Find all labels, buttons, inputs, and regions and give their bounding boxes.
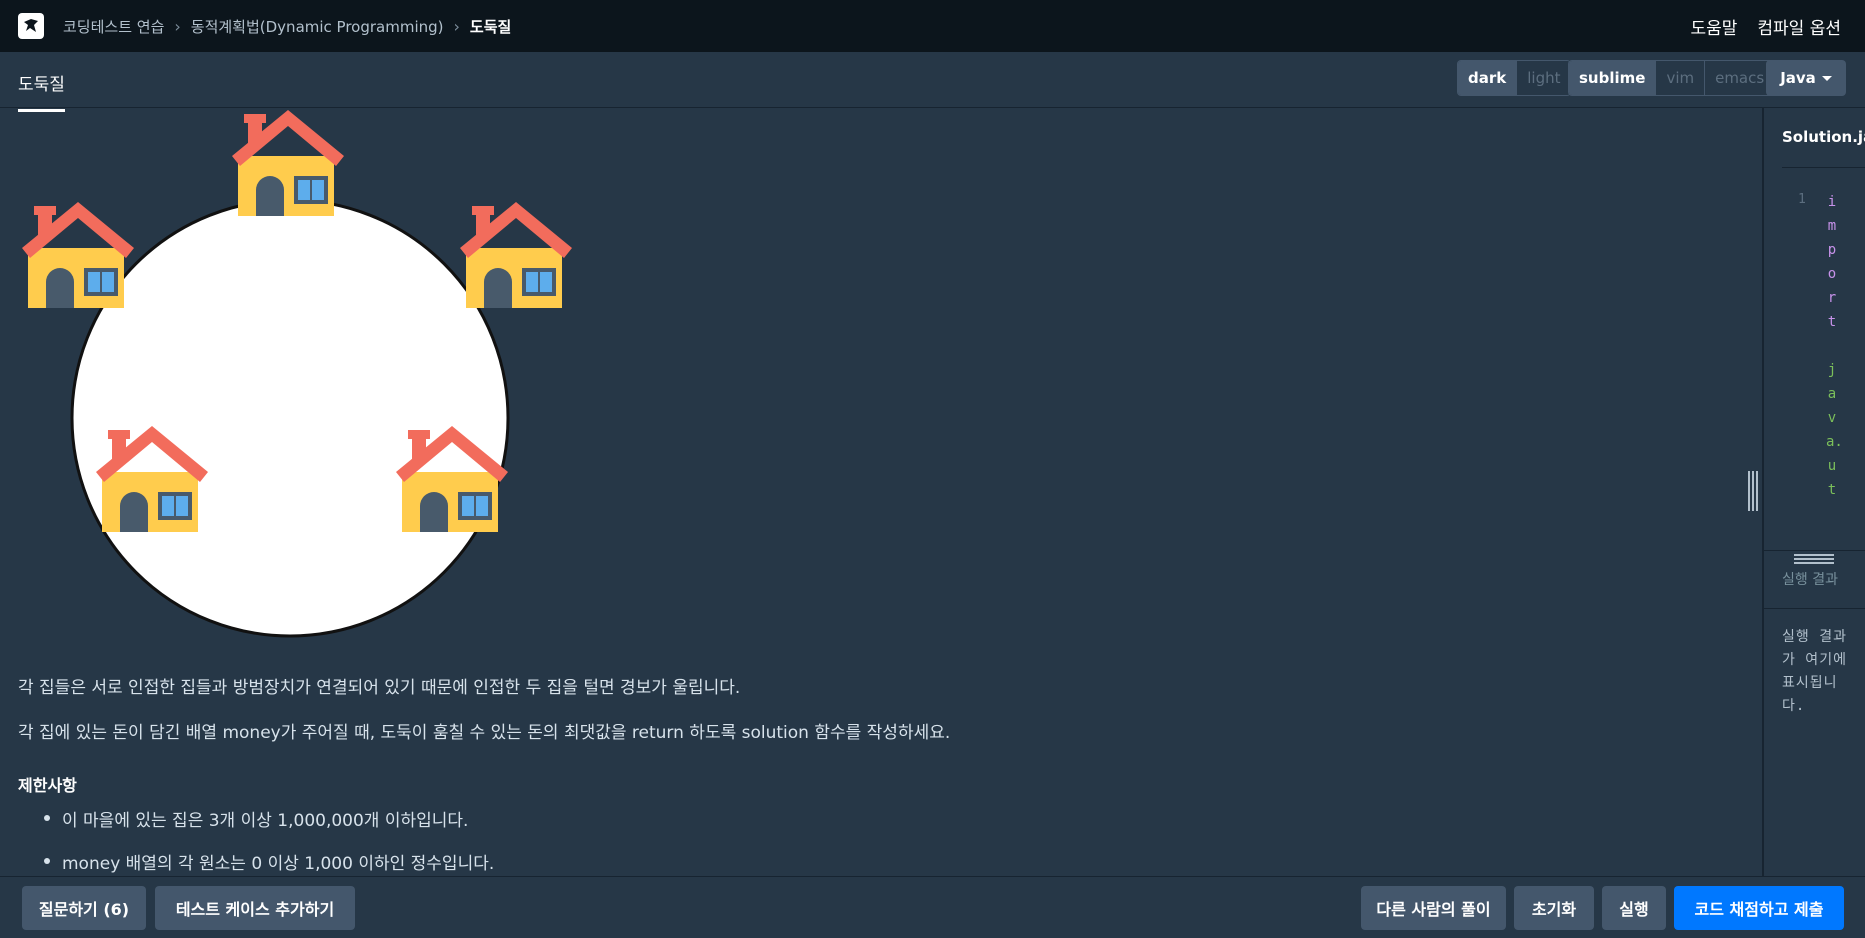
breadcrumb: 코딩테스트 연습 › 동적계획법(Dynamic Programming) › … [63, 16, 511, 37]
submit-button[interactable]: 코드 채점하고 제출 [1674, 886, 1844, 930]
language-label: Java [1780, 69, 1816, 87]
code-keyword: import [1827, 194, 1837, 330]
chevron-right-icon: › [453, 16, 460, 36]
description-paragraph: 각 집들은 서로 인접한 집들과 방범장치가 연결되어 있기 때문에 인접한 두… [18, 678, 741, 698]
description-paragraph: 각 집에 있는 돈이 담긴 배열 money가 주어질 때, 도둑이 훔칠 수 … [18, 723, 951, 743]
divider [1764, 608, 1865, 609]
resize-grip-icon[interactable] [1748, 471, 1760, 511]
divider [1782, 167, 1865, 168]
language-select[interactable]: Java [1766, 60, 1846, 96]
problem-description: 각 집들은 서로 인접한 집들과 방범장치가 연결되어 있기 때문에 인접한 두… [0, 108, 1762, 876]
list-item: 이 마을에 있는 집은 3개 이상 1,000,000개 이하입니다. [42, 806, 494, 831]
compile-options-link[interactable]: 컴파일 옵션 [1757, 14, 1841, 39]
limits-list: 이 마을에 있는 집은 3개 이상 1,000,000개 이하입니다. mone… [42, 806, 494, 876]
caret-down-icon [1821, 75, 1832, 81]
code-package: java.ut [1826, 362, 1843, 498]
list-item: money 배열의 각 원소는 0 이상 1,000 이하인 정수입니다. [42, 849, 494, 874]
house-icon [232, 110, 344, 216]
keymap-toggle: sublime vim emacs [1568, 60, 1776, 96]
houses-illustration [22, 110, 572, 638]
theme-toggle: dark light [1457, 60, 1572, 96]
toolbar: 도둑질 dark light sublime vim emacs Java [0, 52, 1865, 112]
limits-heading: 제한사항 [18, 776, 77, 795]
resize-grip-icon[interactable] [1794, 554, 1834, 564]
keymap-sublime-option[interactable]: sublime [1569, 61, 1656, 95]
line-number: 1 [1798, 192, 1806, 207]
top-nav: 코딩테스트 연습 › 동적계획법(Dynamic Programming) › … [0, 0, 1865, 52]
reset-button[interactable]: 초기화 [1514, 886, 1594, 930]
help-link[interactable]: 도움말 [1690, 14, 1737, 39]
divider [1764, 550, 1865, 551]
code-editor-pane: Solution.java 1 import java.ut 실행 결과 실행 … [1764, 108, 1865, 876]
add-testcase-button[interactable]: 테스트 케이스 추가하기 [155, 886, 355, 930]
chevron-right-icon: › [174, 16, 181, 36]
breadcrumb-item-dp[interactable]: 동적계획법(Dynamic Programming) [191, 16, 444, 37]
house-icon [22, 202, 134, 308]
breadcrumb-item-coding-test[interactable]: 코딩테스트 연습 [63, 16, 164, 37]
house-icon [460, 202, 572, 308]
breadcrumb-item-current: 도둑질 [469, 17, 512, 36]
tab-problem[interactable]: 도둑질 [18, 70, 65, 112]
action-bar: 질문하기 (6) 테스트 케이스 추가하기 다른 사람의 풀이 초기화 실행 코… [0, 876, 1865, 938]
others-solutions-button[interactable]: 다른 사람의 풀이 [1361, 886, 1506, 930]
question-button[interactable]: 질문하기 (6) [22, 886, 146, 930]
theme-light-option[interactable]: light [1516, 61, 1571, 95]
logo-icon[interactable] [18, 13, 44, 39]
keymap-emacs-option[interactable]: emacs [1704, 61, 1775, 95]
run-button[interactable]: 실행 [1602, 886, 1666, 930]
code-area[interactable]: import java.ut [1826, 190, 1843, 502]
result-tab[interactable]: 실행 결과 [1782, 569, 1838, 589]
file-tab[interactable]: Solution.java [1782, 128, 1865, 146]
keymap-vim-option[interactable]: vim [1655, 61, 1705, 95]
theme-dark-option[interactable]: dark [1458, 61, 1517, 95]
result-output: 실행 결과가 여기에 표시됩니다. [1782, 629, 1847, 714]
